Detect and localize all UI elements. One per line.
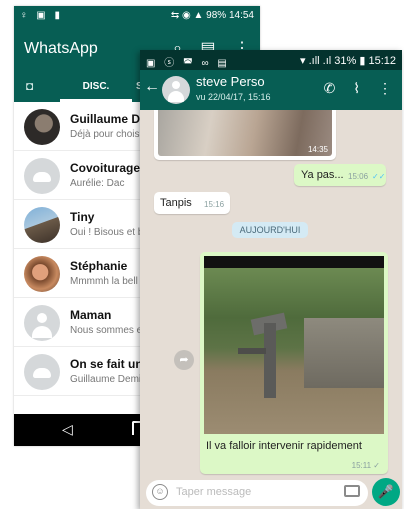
image-message[interactable]: 14:35 (154, 110, 336, 160)
photo-pump (264, 323, 276, 398)
last-seen: vu 22/04/17, 15:16 (196, 92, 271, 102)
conversation-screen: ▣ ⓢ ◚ ∞ ▤ ▾ .ıll .ıl 31% ▮ 15:12 ← steve… (140, 50, 402, 509)
conversation-actions: ✆ ⌇ ⋮ (310, 80, 392, 97)
status-bar: ♀ ▣ ▮ ⇆ ◉ ▲ 98% 14:54 (14, 6, 260, 26)
message-photo[interactable] (158, 110, 332, 156)
group-avatar-icon (24, 354, 60, 390)
outgoing-message[interactable]: Ya pas... 15:06 ✓✓ (294, 164, 386, 186)
microphone-icon[interactable]: 🎤 (372, 478, 400, 506)
read-ticks-icon: ✓✓ (372, 172, 386, 181)
message-photo[interactable] (204, 268, 384, 434)
chat-name: Stéphanie (70, 259, 128, 273)
chat-preview: Guillaume Demi (70, 374, 142, 385)
chat-name: Covoiturage n (70, 161, 151, 175)
chat-name: Guillaume De (70, 112, 147, 126)
chat-preview: Oui ! Bisous et b (70, 227, 144, 238)
chat-preview: Déjà pour chois (70, 129, 140, 140)
status-right-info: ⇆ ◉ ▲ 98% 14:54 (170, 10, 254, 21)
avatar (24, 256, 60, 292)
status-left-icons: ▣ ⓢ ◚ ∞ ▤ (146, 58, 230, 69)
person-avatar-icon (24, 305, 60, 341)
incoming-message[interactable]: Tanpis 15:16 (154, 192, 230, 214)
chat-name: On se fait une (70, 357, 150, 371)
back-arrow-icon[interactable]: ← (144, 78, 160, 96)
status-bar: ▣ ⓢ ◚ ∞ ▤ ▾ .ıll .ıl 31% ▮ 15:12 (140, 50, 402, 70)
status-left-icons: ♀ ▣ ▮ (20, 10, 64, 21)
message-time: 14:35 (307, 145, 328, 154)
photo-pipe (238, 348, 266, 354)
chat-name: Tiny (70, 210, 95, 224)
attach-icon[interactable]: ⌇ (353, 80, 360, 96)
message-time: 15:16 (204, 200, 225, 209)
message-input[interactable]: Taper message (176, 486, 251, 498)
tab-discussions[interactable]: DISC. (60, 72, 132, 102)
message-text: Ya pas... (301, 169, 344, 181)
message-text: Tanpis (160, 197, 192, 209)
message-time-with-ticks: 15:11 ✓ (352, 461, 380, 470)
image-message[interactable]: Il va falloir intervenir rapidement 15:1… (200, 252, 388, 474)
image-top-bar (204, 256, 384, 268)
camera-icon[interactable] (344, 485, 360, 497)
nav-back-icon[interactable]: ◁ (62, 421, 73, 438)
call-icon[interactable]: ✆ (324, 80, 336, 96)
image-caption: Il va falloir intervenir rapidement (206, 440, 362, 452)
message-time: 15:11 (351, 461, 372, 470)
sent-tick-icon: ✓ (373, 461, 380, 470)
chat-preview: Mmmmh la bell (70, 276, 138, 287)
emoji-icon[interactable]: ☺ (152, 484, 168, 500)
conversation-toolbar: ← steve Perso vu 22/04/17, 15:16 ✆ ⌇ ⋮ (140, 70, 402, 110)
contact-name[interactable]: steve Perso (196, 74, 265, 89)
photo-wall (304, 318, 384, 388)
chat-preview: Nous sommes e (70, 325, 143, 336)
camera-icon[interactable]: ◘ (26, 79, 33, 93)
date-separator: AUJOURD'HUI (232, 222, 308, 238)
status-right-info: ▾ .ıll .ıl 31% ▮ 15:12 (300, 55, 396, 67)
more-icon[interactable]: ⋮ (378, 80, 392, 96)
chat-name: Maman (70, 308, 112, 322)
avatar (24, 207, 60, 243)
group-avatar-icon (24, 158, 60, 194)
app-title: WhatsApp (24, 40, 98, 57)
avatar (24, 109, 60, 145)
contact-avatar[interactable] (162, 76, 190, 104)
message-input-bar[interactable]: ☺ Taper message (146, 480, 368, 506)
message-time: 15:06 (348, 172, 369, 181)
forward-icon[interactable]: ➦ (174, 350, 194, 370)
chat-preview: Aurélie: Dac (70, 178, 125, 189)
